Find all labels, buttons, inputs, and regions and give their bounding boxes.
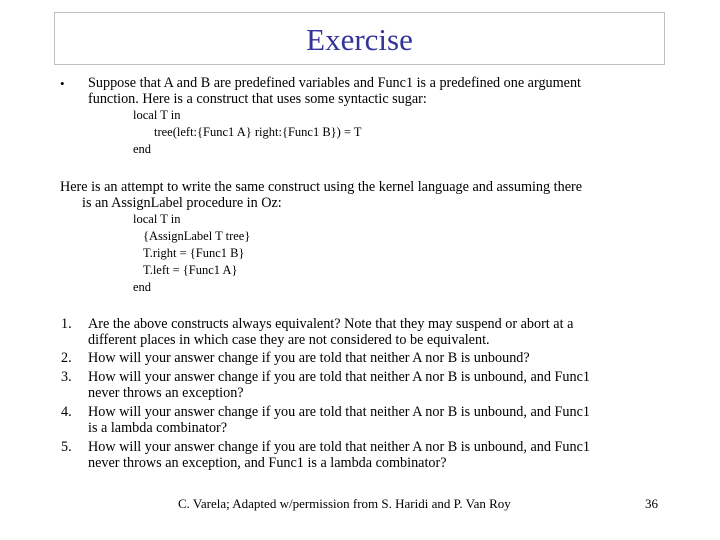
paragraph2-line-2: is an AssignLabel procedure in Oz: bbox=[82, 195, 282, 211]
title-box: Exercise bbox=[54, 12, 665, 65]
code1-line-2: tree(left:{Func1 A} right:{Func1 B}) = T bbox=[154, 125, 362, 139]
slide-title: Exercise bbox=[306, 22, 413, 57]
question-number: 2. bbox=[61, 350, 72, 366]
code2-line-2: {AssignLabel T tree} bbox=[143, 229, 251, 243]
code2-line-1: local T in bbox=[133, 212, 181, 226]
question-number: 3. bbox=[61, 369, 72, 385]
paragraph2-line-1: Here is an attempt to write the same con… bbox=[60, 179, 583, 195]
question-text-line: How will your answer change if you are t… bbox=[88, 369, 590, 385]
question-text-line: never throws an exception? bbox=[88, 385, 244, 401]
question-number: 4. bbox=[61, 404, 72, 420]
question-text-line: How will your answer change if you are t… bbox=[88, 439, 590, 455]
question-text-line: Are the above constructs always equivale… bbox=[88, 316, 574, 332]
question-text-line: never throws an exception, and Func1 is … bbox=[88, 455, 447, 471]
code1-line-1: local T in bbox=[133, 108, 181, 122]
page-number: 36 bbox=[645, 496, 658, 511]
code2-line-4: T.left = {Func1 A} bbox=[143, 263, 238, 277]
bullet-marker: • bbox=[60, 76, 65, 91]
question-number: 5. bbox=[61, 439, 72, 455]
intro-line-2: function. Here is a construct that uses … bbox=[88, 91, 427, 107]
question-text-line: How will your answer change if you are t… bbox=[88, 350, 530, 366]
code2-line-3: T.right = {Func1 B} bbox=[143, 246, 245, 260]
footer-credit: C. Varela; Adapted w/permission from S. … bbox=[178, 496, 511, 511]
code1-line-3: end bbox=[133, 142, 152, 156]
code2-line-5: end bbox=[133, 280, 152, 294]
intro-line-1: Suppose that A and B are predefined vari… bbox=[88, 75, 582, 91]
question-number: 1. bbox=[61, 316, 72, 332]
question-text-line: is a lambda combinator? bbox=[88, 420, 228, 436]
question-text-line: different places in which case they are … bbox=[88, 332, 490, 348]
question-text-line: How will your answer change if you are t… bbox=[88, 404, 590, 420]
